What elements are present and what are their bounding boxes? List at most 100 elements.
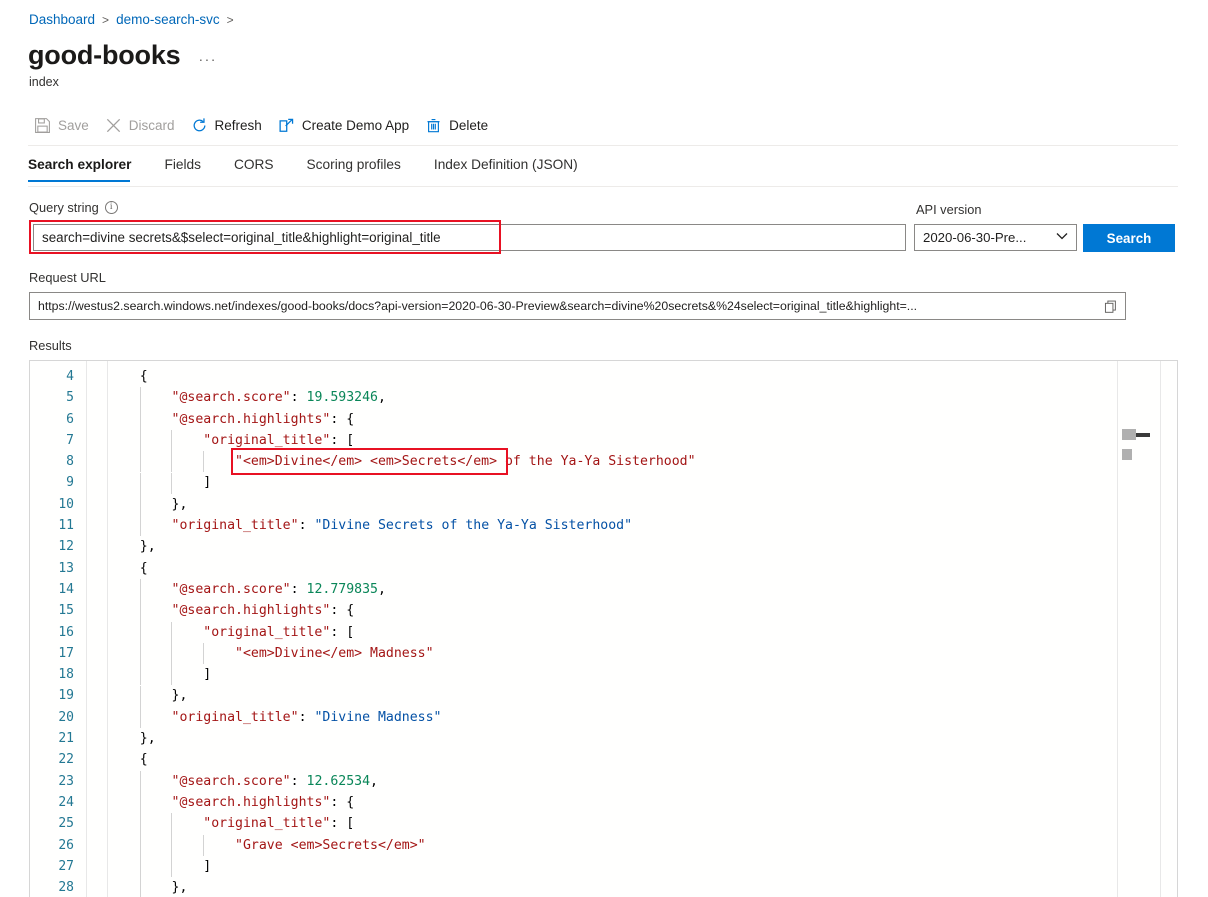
code-area[interactable]: { "@search.score": 19.593246, "@search.h… — [108, 361, 1177, 897]
line-number: 12 — [58, 539, 74, 555]
api-version-label: API version — [916, 202, 982, 217]
save-button[interactable]: Save — [28, 110, 99, 140]
delete-button[interactable]: Delete — [419, 110, 498, 140]
line-number: 13 — [58, 560, 74, 576]
code-line: "<em>Divine</em> Madness" — [235, 645, 434, 661]
line-number: 9 — [66, 475, 74, 491]
breadcrumb-item-dashboard[interactable]: Dashboard — [29, 10, 95, 30]
line-number: 15 — [58, 603, 74, 619]
info-icon[interactable]: i — [104, 201, 118, 214]
chevron-down-icon — [1056, 232, 1068, 243]
line-number: 26 — [58, 837, 74, 853]
code-line: }, — [171, 496, 188, 512]
query-string-label: Query string — [29, 200, 99, 215]
breadcrumb: Dashboard > demo-search-svc > — [29, 10, 241, 30]
line-number: 16 — [58, 624, 74, 640]
copy-icon[interactable] — [1095, 293, 1125, 319]
code-line: "@search.highlights": { — [171, 411, 355, 427]
vertical-scrollbar[interactable] — [1160, 361, 1177, 897]
trash-icon — [425, 117, 442, 134]
tab-bar-divider — [28, 186, 1178, 187]
line-number: 28 — [58, 880, 74, 896]
line-number: 24 — [58, 794, 74, 810]
discard-button[interactable]: Discard — [99, 110, 185, 140]
code-line: { — [139, 560, 148, 576]
code-line: }, — [171, 688, 188, 704]
discard-label: Discard — [128, 117, 175, 133]
minimap-block — [1122, 429, 1136, 440]
request-url-label: Request URL — [29, 270, 106, 285]
search-explorer-page: Dashboard > demo-search-svc > good-books… — [0, 0, 1208, 897]
code-line: "original_title": "Divine Secrets of the… — [171, 518, 633, 534]
query-string-input[interactable] — [33, 224, 906, 251]
line-number: 21 — [58, 731, 74, 747]
line-number: 5 — [66, 390, 74, 406]
code-line: "@search.score": 12.779835, — [171, 581, 386, 597]
page-subtitle: index — [29, 75, 59, 89]
command-bar: Save Discard Refresh Create Demo App Del — [28, 108, 498, 142]
tab-search-explorer[interactable]: Search explorer — [28, 155, 147, 182]
json-code: { "@search.score": 19.593246, "@search.h… — [108, 366, 1177, 897]
code-line: }, — [171, 880, 188, 896]
api-version-select[interactable]: 2020-06-30-Pre... — [914, 224, 1077, 251]
line-number: 8 — [66, 454, 74, 470]
minimap-block-2 — [1122, 449, 1132, 460]
tab-fields[interactable]: Fields — [164, 155, 217, 182]
search-button[interactable]: Search — [1083, 224, 1175, 252]
title-row: good-books ··· — [28, 38, 221, 72]
breadcrumb-separator-icon-2: > — [226, 13, 234, 27]
line-number: 11 — [58, 518, 74, 534]
code-line: "original_title": [ — [203, 816, 355, 832]
tab-scoring-profiles[interactable]: Scoring profiles — [307, 155, 417, 182]
line-number: 22 — [58, 752, 74, 768]
code-line: { — [139, 752, 148, 768]
line-number: 7 — [66, 432, 74, 448]
line-number: 17 — [58, 645, 74, 661]
code-line: { — [139, 369, 148, 384]
save-icon — [34, 117, 51, 134]
api-version-value: 2020-06-30-Pre... — [923, 230, 1027, 245]
request-url-field[interactable]: https://westus2.search.windows.net/index… — [29, 292, 1126, 320]
results-label: Results — [29, 338, 72, 353]
line-number: 27 — [58, 858, 74, 874]
request-url-value: https://westus2.search.windows.net/index… — [38, 299, 918, 313]
breadcrumb-separator-icon: > — [102, 13, 110, 27]
page-title: good-books — [28, 40, 181, 70]
editor-minimap[interactable] — [1117, 361, 1159, 897]
code-line: "Grave <em>Secrets</em>" — [235, 837, 426, 853]
code-line: "@search.highlights": { — [171, 603, 355, 619]
line-number: 25 — [58, 816, 74, 832]
line-number: 19 — [58, 688, 74, 704]
delete-label: Delete — [449, 117, 489, 133]
code-line: "original_title": "Divine Madness" — [171, 709, 442, 725]
command-bar-divider — [28, 145, 1178, 146]
code-line: "<em>Divine</em> <em>Secrets</em> of the… — [235, 454, 696, 470]
code-line: "@search.score": 19.593246, — [171, 390, 386, 406]
discard-icon — [105, 117, 122, 134]
line-number: 23 — [58, 773, 74, 789]
tab-cors[interactable]: CORS — [234, 155, 290, 182]
results-editor[interactable]: 4 5 6 7 8 9 10 11 12 13 14 15 16 17 18 19 20 21 22 23 24 25 26… — [29, 360, 1178, 897]
breadcrumb-item-service[interactable]: demo-search-svc — [116, 10, 220, 30]
code-line: ] — [203, 858, 212, 874]
line-number-gutter: 4 5 6 7 8 9 10 11 12 13 14 15 16 17 18 19 20 21 22 23 24 25 26… — [30, 361, 86, 897]
line-number: 6 — [66, 411, 74, 427]
refresh-button[interactable]: Refresh — [185, 110, 272, 140]
refresh-icon — [191, 117, 208, 134]
tab-bar: Search explorer Fields CORS Scoring prof… — [28, 155, 611, 182]
save-label: Save — [58, 117, 89, 133]
line-number: 14 — [58, 581, 74, 597]
create-demo-app-button[interactable]: Create Demo App — [272, 110, 419, 140]
code-line: ] — [203, 667, 212, 683]
code-line: "@search.highlights": { — [171, 794, 355, 810]
tab-index-definition[interactable]: Index Definition (JSON) — [434, 155, 594, 182]
line-number: 18 — [58, 667, 74, 683]
code-line: }, — [139, 731, 156, 747]
fold-column[interactable] — [86, 361, 108, 897]
query-string-label-group: Query string i — [29, 200, 118, 215]
line-number: 4 — [66, 369, 74, 384]
code-line: "original_title": [ — [203, 624, 355, 640]
more-options-icon[interactable]: ··· — [194, 49, 221, 69]
create-demo-app-label: Create Demo App — [301, 117, 410, 133]
code-line: "@search.score": 12.62534, — [171, 773, 378, 789]
